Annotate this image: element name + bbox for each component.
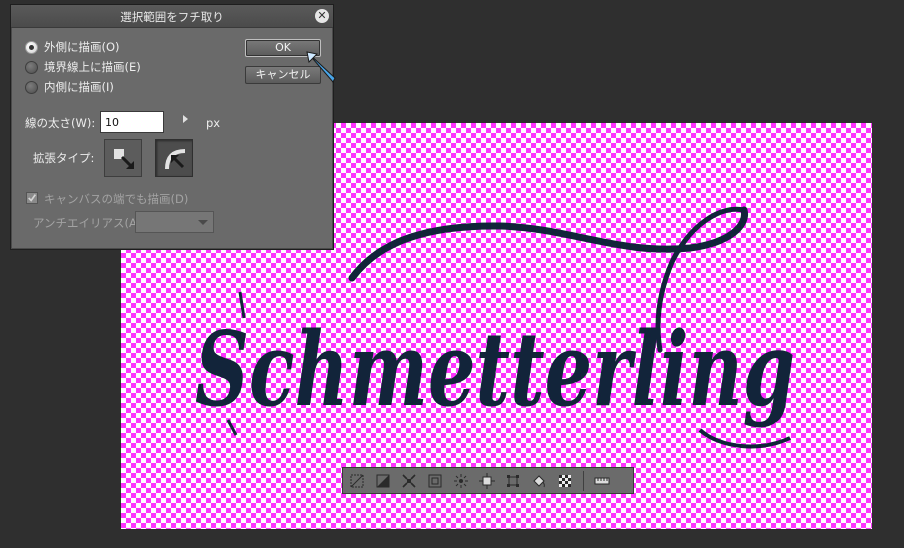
radio-label: 境界線上に描画(E)	[44, 60, 141, 74]
slider-arrow-icon[interactable]	[183, 115, 188, 123]
radio-button[interactable]	[25, 80, 38, 94]
expand-type-label: 拡張タイプ:	[33, 151, 95, 165]
antialias-label: アンチエイリアス(A):	[33, 216, 146, 230]
transparent-fill-icon[interactable]	[553, 470, 577, 492]
radio-inside[interactable]: 内側に描画(I)	[25, 78, 114, 96]
corner-expand-icon	[114, 149, 134, 169]
radio-button[interactable]	[25, 60, 38, 74]
expand-type-round-button[interactable]	[155, 139, 193, 177]
expand-type-corner-button[interactable]	[104, 139, 142, 177]
selection-launcher-toolbar	[342, 467, 634, 494]
settings-icon[interactable]	[590, 470, 614, 492]
canvas-edge-label: キャンバスの端でも描画(D)	[44, 192, 189, 206]
radio-label: 内側に描画(I)	[44, 80, 114, 94]
line-width-unit: px	[206, 116, 221, 130]
invert-selection-icon[interactable]	[371, 470, 395, 492]
antialias-dropdown[interactable]	[135, 211, 214, 233]
line-width-input[interactable]	[100, 111, 164, 133]
radio-label: 外側に描画(O)	[44, 40, 120, 54]
line-width-label: 線の太さ(W):	[25, 116, 96, 130]
radio-button[interactable]	[25, 40, 38, 54]
checkmark-icon	[28, 194, 37, 202]
close-icon[interactable]: ✕	[315, 9, 329, 23]
radio-on-border[interactable]: 境界線上に描画(E)	[25, 58, 141, 76]
expand-selection-icon[interactable]	[397, 470, 421, 492]
dialog-title: 選択範囲をフチ取り	[120, 10, 224, 24]
dialog-titlebar[interactable]: 選択範囲をフチ取り ✕	[11, 5, 333, 28]
canvas-edge-checkbox[interactable]	[26, 192, 38, 204]
round-expand-icon	[165, 149, 186, 170]
select-area-icon[interactable]	[449, 470, 473, 492]
shrink-selection-icon[interactable]	[423, 470, 447, 492]
transform-icon[interactable]	[501, 470, 525, 492]
deselect-icon[interactable]	[345, 470, 369, 492]
toolbar-divider	[583, 470, 584, 491]
border-selection-dialog: 選択範囲をフチ取り ✕ 外側に描画(O) 境界線上に描画(E) 内側に描画(I)…	[10, 4, 334, 250]
radio-outside[interactable]: 外側に描画(O)	[25, 38, 120, 56]
fill-icon[interactable]	[527, 470, 551, 492]
pen-cursor-icon	[306, 51, 336, 83]
scale-rotate-icon[interactable]	[475, 470, 499, 492]
